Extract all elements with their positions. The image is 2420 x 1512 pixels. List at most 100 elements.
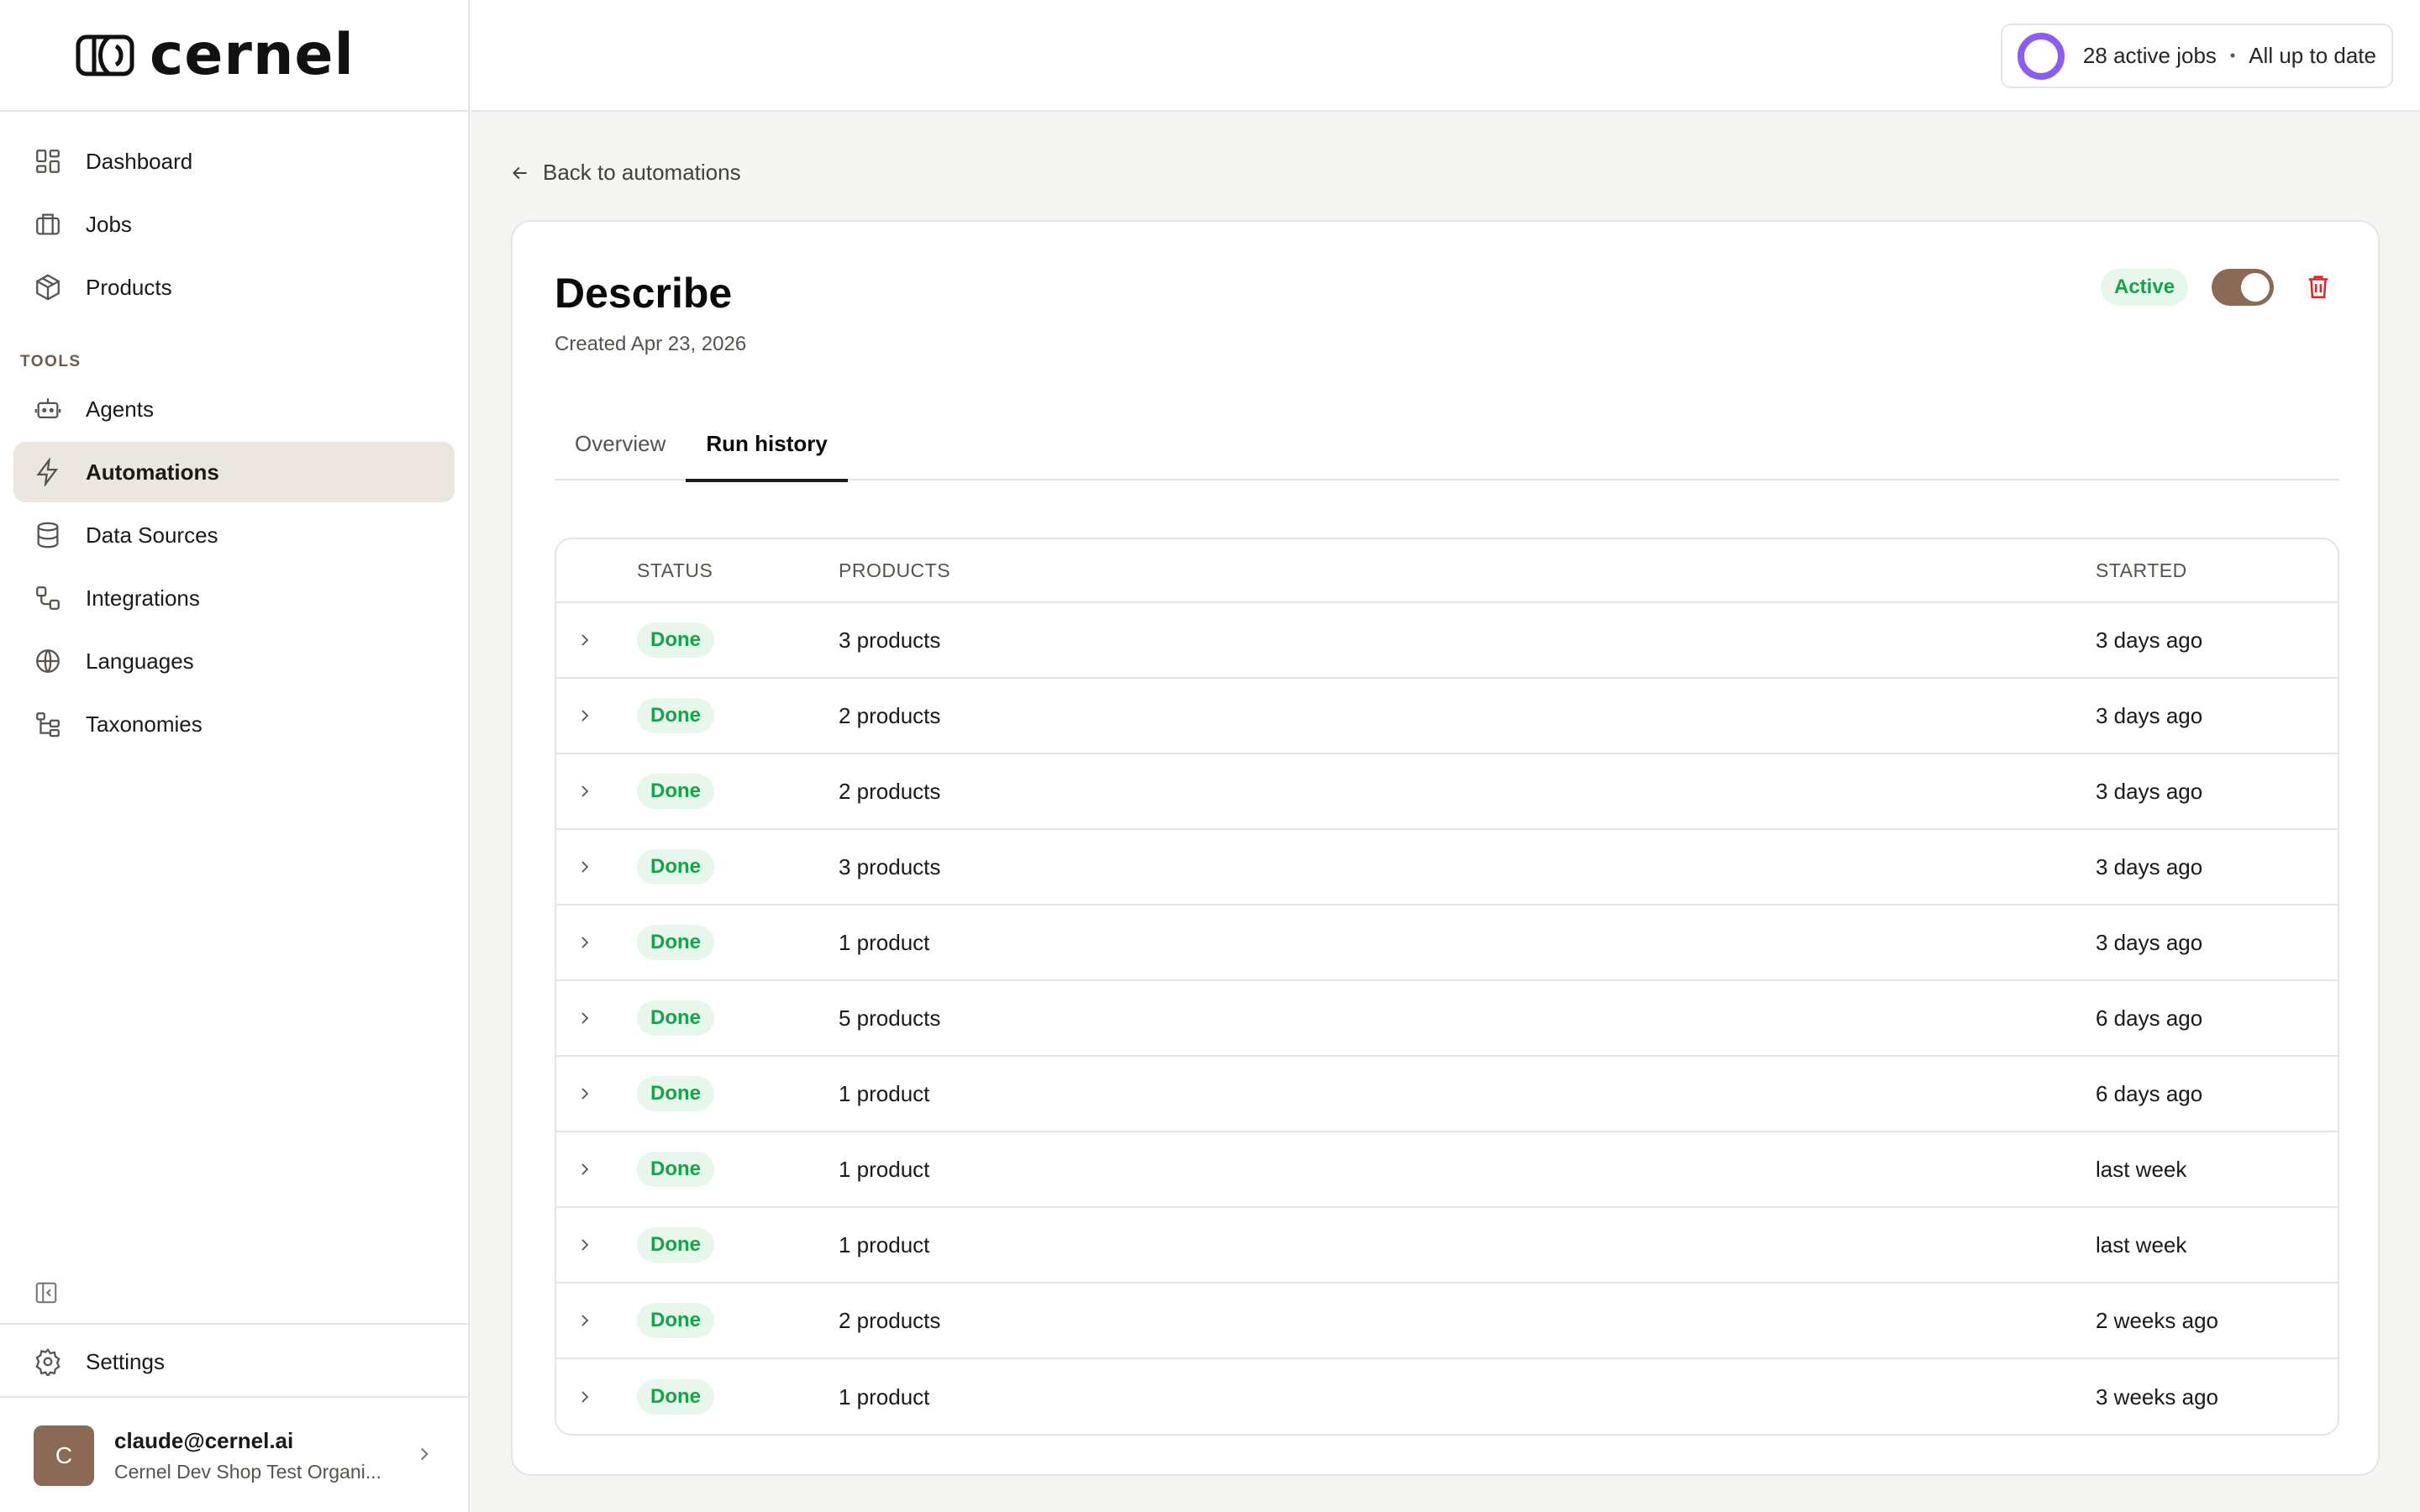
sidebar-item-languages[interactable]: Languages xyxy=(13,631,455,691)
sidebar-item-products[interactable]: Products xyxy=(13,257,455,318)
sidebar: cernel Dashboard Jobs Products TOOLS Age… xyxy=(0,0,470,1512)
chevron-right-icon xyxy=(581,1088,589,1100)
run-products: 1 product xyxy=(839,1231,930,1257)
expand-row-button[interactable] xyxy=(556,1008,637,1028)
run-status-badge: Done xyxy=(637,1076,714,1111)
tools-section-label: TOOLS xyxy=(20,353,82,370)
sidebar-item-label: Products xyxy=(86,274,172,300)
chevron-right-icon xyxy=(421,1447,429,1461)
run-started: 3 days ago xyxy=(2096,778,2203,804)
taxonomy-icon xyxy=(36,712,60,738)
table-row[interactable]: Done 2 products 2 weeks ago xyxy=(556,1284,2338,1359)
run-started: 3 weeks ago xyxy=(2096,1383,2218,1410)
sidebar-item-label: Dashboard xyxy=(86,148,193,174)
expand-row-button[interactable] xyxy=(556,857,637,877)
run-status-badge: Done xyxy=(637,698,714,733)
chevron-right-icon xyxy=(581,937,589,948)
run-products: 1 product xyxy=(839,1156,930,1182)
run-products: 3 products xyxy=(839,853,941,879)
sidebar-item-data-sources[interactable]: Data Sources xyxy=(13,505,455,565)
sidebar-item-jobs[interactable]: Jobs xyxy=(13,194,455,255)
user-menu[interactable]: C claude@cernel.ai Cernel Dev Shop Test … xyxy=(0,1399,468,1512)
expand-row-button[interactable] xyxy=(556,1159,637,1179)
progress-ring-icon xyxy=(2017,32,2065,80)
run-status-badge: Done xyxy=(637,1227,714,1263)
logo-wordmark: cernel xyxy=(150,21,355,88)
page-title: Describe xyxy=(555,270,733,317)
table-row[interactable]: Done 2 products 3 days ago xyxy=(556,754,2338,830)
table-row[interactable]: Done 3 products 3 days ago xyxy=(556,603,2338,679)
sidebar-item-settings[interactable]: Settings xyxy=(13,1331,455,1392)
sidebar-item-dashboard[interactable]: Dashboard xyxy=(13,131,455,192)
user-organization: Cernel Dev Shop Test Organi... xyxy=(114,1461,381,1483)
settings-section: Settings xyxy=(0,1323,468,1398)
avatar: C xyxy=(34,1425,94,1486)
run-status-badge: Done xyxy=(637,1000,714,1036)
chevron-right-icon xyxy=(581,1239,589,1251)
sidebar-item-automations[interactable]: Automations xyxy=(13,442,455,502)
status-badge: Active xyxy=(2101,269,2189,306)
logo-mark-icon xyxy=(76,34,134,76)
active-toggle[interactable] xyxy=(2212,269,2274,306)
run-status-badge: Done xyxy=(637,1152,714,1187)
dashboard-icon xyxy=(36,150,60,173)
arrow-left-icon xyxy=(513,166,527,179)
table-row[interactable]: Done 1 product 6 days ago xyxy=(556,1057,2338,1132)
active-jobs-count: 28 active jobs xyxy=(2082,43,2217,68)
box-icon xyxy=(36,274,60,301)
expand-row-button[interactable] xyxy=(556,706,637,726)
expand-row-button[interactable] xyxy=(556,932,637,953)
sidebar-item-integrations[interactable]: Integrations xyxy=(13,568,455,628)
gear-icon xyxy=(35,1348,60,1376)
delete-icon[interactable] xyxy=(2304,272,2333,301)
expand-row-button[interactable] xyxy=(556,1235,637,1255)
table-row[interactable]: Done 1 product 3 weeks ago xyxy=(556,1359,2338,1434)
expand-row-button[interactable] xyxy=(556,630,637,650)
back-to-automations-link[interactable]: Back to automations xyxy=(509,160,741,186)
separator-dot: • xyxy=(2229,47,2236,64)
logo[interactable]: cernel xyxy=(0,0,468,112)
expand-row-button[interactable] xyxy=(556,1387,637,1407)
run-started: last week xyxy=(2096,1231,2187,1257)
table-row[interactable]: Done 1 product last week xyxy=(556,1132,2338,1208)
sidebar-item-taxonomies[interactable]: Taxonomies xyxy=(13,694,455,754)
chevron-right-icon xyxy=(581,1163,589,1175)
sidebar-item-label: Languages xyxy=(86,648,194,674)
back-link-label: Back to automations xyxy=(543,160,741,185)
run-status-badge: Done xyxy=(637,1303,714,1338)
collapse-sidebar-icon[interactable] xyxy=(34,1280,59,1305)
run-status-badge: Done xyxy=(637,849,714,885)
tab-overview[interactable]: Overview xyxy=(555,407,686,480)
sidebar-item-label: Integrations xyxy=(86,585,200,611)
run-started: 3 days ago xyxy=(2096,853,2203,879)
tab-run-history[interactable]: Run history xyxy=(686,407,849,482)
run-products: 2 products xyxy=(839,778,941,804)
expand-row-button[interactable] xyxy=(556,1084,637,1104)
chevron-right-icon xyxy=(581,1012,589,1024)
sidebar-item-label: Jobs xyxy=(86,211,132,237)
table-row[interactable]: Done 2 products 3 days ago xyxy=(556,679,2338,754)
run-status-badge: Done xyxy=(637,925,714,960)
table-row[interactable]: Done 1 product 3 days ago xyxy=(556,906,2338,981)
sidebar-item-label: Agents xyxy=(86,396,154,422)
top-bar: 28 active jobs • All up to date xyxy=(471,0,2420,112)
header-products: PRODUCTS xyxy=(839,559,951,581)
run-status-badge: Done xyxy=(637,774,714,809)
integrations-icon xyxy=(36,586,60,610)
table-row[interactable]: Done 5 products 6 days ago xyxy=(556,981,2338,1057)
run-products: 1 product xyxy=(839,929,930,955)
active-jobs-indicator[interactable]: 28 active jobs • All up to date xyxy=(2000,24,2393,88)
expand-row-button[interactable] xyxy=(556,781,637,801)
run-started: 3 days ago xyxy=(2096,627,2203,653)
expand-row-button[interactable] xyxy=(556,1310,637,1331)
table-row[interactable]: Done 3 products 3 days ago xyxy=(556,830,2338,906)
run-products: 3 products xyxy=(839,627,941,653)
table-body: Done 3 products 3 days ago Done 2 products 3 … xyxy=(556,603,2338,1434)
sidebar-item-agents[interactable]: Agents xyxy=(13,379,455,439)
main-nav: Dashboard Jobs Products xyxy=(13,131,455,320)
run-products: 2 products xyxy=(839,702,941,728)
created-date: Created Apr 23, 2026 xyxy=(555,333,747,355)
table-header: STATUS PRODUCTS STARTED xyxy=(556,539,2338,603)
run-status-badge: Done xyxy=(637,622,714,658)
table-row[interactable]: Done 1 product last week xyxy=(556,1208,2338,1284)
